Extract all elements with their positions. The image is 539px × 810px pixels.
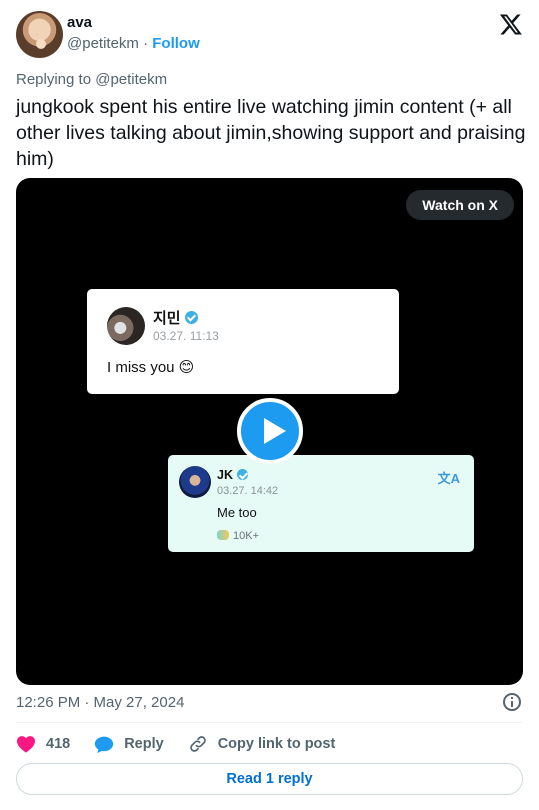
message2-likes: 10K+ <box>217 530 259 542</box>
play-icon[interactable] <box>237 398 303 464</box>
x-logo-icon[interactable] <box>499 12 523 36</box>
like-button[interactable]: 418 <box>16 735 70 753</box>
replying-to[interactable]: Replying to @petitekm <box>16 71 167 88</box>
tweet-text: jungkook spent his entire live watching … <box>16 96 526 170</box>
emoji-badge-icon <box>217 530 229 540</box>
read-replies-button[interactable]: Read 1 reply <box>16 763 523 795</box>
action-bar: 418 Reply Copy link to post <box>16 733 359 755</box>
verified-icon <box>184 311 198 324</box>
link-icon <box>189 736 206 752</box>
info-icon[interactable] <box>503 693 521 711</box>
message-card-jk: JK 03.27. 14:42 Me too 10K+ 文A <box>168 455 474 552</box>
author-handle-row: @petitekm · Follow <box>67 35 200 52</box>
author-avatar[interactable] <box>16 11 63 58</box>
like-count: 418 <box>46 736 71 752</box>
verified-icon <box>236 469 248 480</box>
message1-name-row: 지민 <box>153 307 198 328</box>
message2-like-count: 10K+ <box>233 530 259 542</box>
reply-button[interactable]: Reply <box>94 735 164 754</box>
video-media[interactable]: Watch on X 지민 03.27. 11:13 I miss you 😊 … <box>16 178 523 685</box>
message-card-jimin: 지민 03.27. 11:13 I miss you 😊 <box>87 289 399 394</box>
divider <box>16 722 523 723</box>
copy-link-label: Copy link to post <box>217 736 336 752</box>
reply-label: Reply <box>124 736 164 752</box>
separator-dot: · <box>143 35 149 52</box>
message2-name: JK <box>217 468 233 482</box>
author-handle[interactable]: @petitekm <box>67 35 139 52</box>
author-name[interactable]: ava <box>67 14 92 31</box>
tweet-timestamp[interactable]: 12:26 PM · May 27, 2024 <box>16 694 184 711</box>
heart-icon <box>17 736 35 753</box>
message2-time: 03.27. 14:42 <box>217 485 279 497</box>
message1-text: I miss you 😊 <box>107 359 195 376</box>
translate-icon: 文A <box>437 471 460 486</box>
message1-name: 지민 <box>153 310 181 327</box>
message2-text: Me too <box>217 505 257 520</box>
jimin-avatar <box>107 307 145 345</box>
reply-bubble-icon <box>95 736 114 753</box>
copy-link-button[interactable]: Copy link to post <box>188 734 336 754</box>
follow-button[interactable]: Follow <box>152 35 200 52</box>
watch-on-x-button[interactable]: Watch on X <box>406 190 514 220</box>
message1-time: 03.27. 11:13 <box>153 329 219 343</box>
jk-avatar <box>179 466 211 498</box>
message2-name-row: JK <box>217 468 248 482</box>
tweet-card: ava @petitekm · Follow Replying to @peti… <box>0 0 539 810</box>
